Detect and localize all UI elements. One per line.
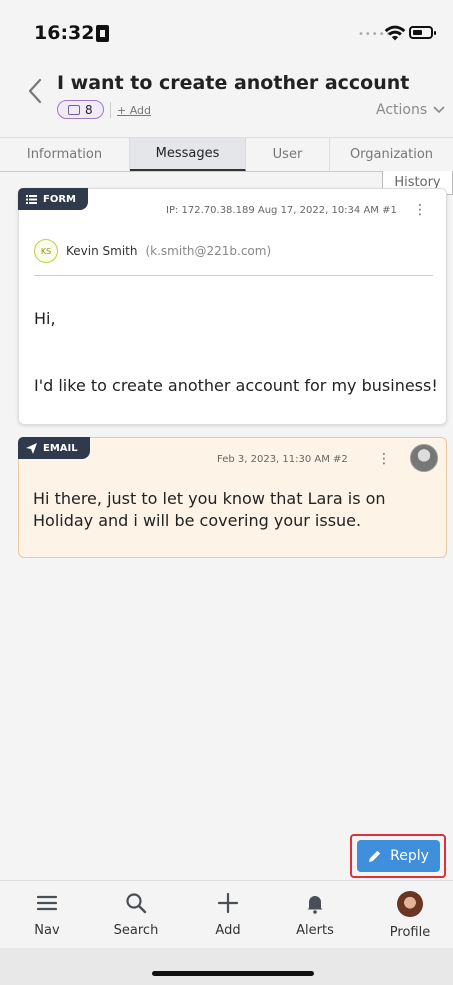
agent-avatar (410, 444, 438, 472)
plus-icon (217, 892, 239, 914)
message-type-label: FORM (43, 193, 76, 205)
sender-name: Kevin Smith (66, 244, 138, 258)
battery-icon (409, 26, 436, 39)
actions-dropdown[interactable]: Actions (376, 102, 445, 118)
home-area (0, 948, 453, 985)
ticket-count-badge[interactable]: 8 (57, 100, 104, 119)
sender-initials-avatar: KS (34, 239, 58, 263)
nav-tab-add[interactable]: Add (183, 881, 273, 949)
bottom-nav: Nav Search Add Alerts Profile (0, 880, 453, 948)
tab-information[interactable]: Information (0, 138, 130, 171)
search-icon (126, 893, 147, 914)
chevron-down-icon (433, 106, 445, 114)
pencil-icon (369, 850, 381, 862)
sender-email: (k.smith@221b.com) (145, 244, 272, 258)
message-card-email: EMAIL Feb 3, 2023, 11:30 AM #2 ⋮ Hi ther… (18, 437, 447, 558)
message-menu-icon[interactable]: ⋮ (377, 451, 391, 467)
profile-avatar (397, 891, 423, 917)
message-menu-icon[interactable]: ⋮ (413, 202, 427, 218)
message-body-line: I'd like to create another account for m… (34, 376, 438, 395)
status-time: 16:32 (34, 22, 95, 44)
message-type-tag: EMAIL (18, 437, 90, 459)
ticket-tabs: Information Messages User Organization (0, 138, 453, 172)
menu-icon (36, 895, 58, 911)
add-tag-link[interactable]: + Add (117, 104, 151, 117)
ticket-header: I want to create another account 8 + Add… (0, 62, 453, 138)
nav-label: Alerts (296, 923, 334, 938)
status-bar: 16:32 ••••• (0, 0, 453, 62)
nav-tab-search[interactable]: Search (91, 881, 181, 949)
reply-label: Reply (390, 848, 429, 864)
message-meta: IP: 172.70.38.189 Aug 17, 2022, 10:34 AM… (166, 205, 397, 216)
header-divider (110, 102, 111, 118)
home-indicator (152, 971, 314, 976)
nav-label: Nav (34, 923, 60, 938)
message-body: Hi there, just to let you know that Lara… (33, 489, 386, 530)
nav-label: Profile (389, 925, 431, 940)
list-icon (26, 194, 37, 204)
reply-button[interactable]: Reply (357, 840, 440, 872)
message-sender: KS Kevin Smith (k.smith@221b.com) (34, 239, 271, 263)
sim-card-icon (96, 25, 109, 42)
nav-tab-nav[interactable]: Nav (2, 881, 92, 949)
tab-messages[interactable]: Messages (130, 138, 246, 171)
ticket-title: I want to create another account (57, 72, 410, 94)
message-type-tag: FORM (18, 188, 88, 210)
nav-tab-alerts[interactable]: Alerts (270, 881, 360, 949)
badge-count: 8 (85, 102, 93, 117)
inbox-icon (68, 104, 80, 115)
back-chevron-icon[interactable] (24, 76, 46, 106)
message-meta: Feb 3, 2023, 11:30 AM #2 (217, 454, 348, 465)
divider (34, 275, 433, 276)
wifi-icon (384, 25, 406, 41)
message-card-form: FORM IP: 172.70.38.189 Aug 17, 2022, 10:… (18, 188, 447, 425)
send-icon (26, 442, 37, 454)
app-screen: 16:32 ••••• I want to create another acc… (0, 0, 453, 985)
nav-label: Search (113, 923, 159, 938)
nav-label: Add (215, 923, 241, 938)
tab-organization[interactable]: Organization (330, 138, 453, 171)
bell-icon (307, 896, 323, 914)
tab-user[interactable]: User (246, 138, 330, 171)
message-type-label: EMAIL (43, 442, 78, 454)
nav-tab-profile[interactable]: Profile (365, 881, 453, 949)
message-body-line: Hi, (34, 309, 56, 328)
actions-label: Actions (376, 102, 428, 118)
